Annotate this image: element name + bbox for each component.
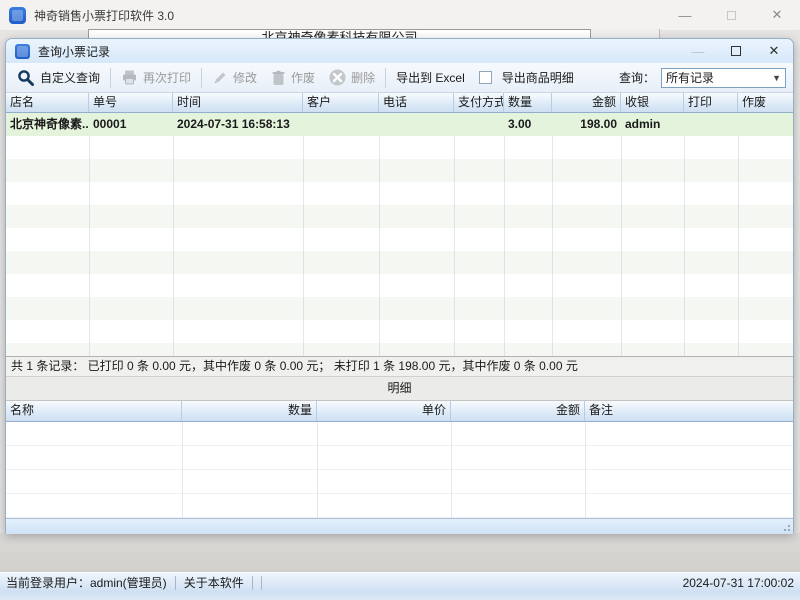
col-store[interactable]: 店名 [6,93,89,112]
dialog-minimize-button[interactable]: — [679,40,717,62]
screen: 神奇销售小票打印软件 3.0 — ✕ 北京神奇像素科技有限公司 电话：010-5… [0,0,800,600]
maximize-icon [727,11,736,20]
dialog-close-button[interactable]: ✕ [755,40,793,62]
main-window-titlebar: 神奇销售小票打印软件 3.0 — ✕ [0,0,800,30]
query-filter-select[interactable]: 所有记录 ▼ [661,68,786,88]
cell-time: 2024-07-31 16:58:13 [173,113,303,136]
void-label: 作废 [291,69,315,86]
col-item-qty[interactable]: 数量 [182,401,317,421]
main-close-button[interactable]: ✕ [754,0,800,30]
col-item-price[interactable]: 单价 [317,401,451,421]
main-minimize-button[interactable]: — [662,0,708,30]
app-icon [9,7,26,24]
modify-button[interactable]: 修改 [205,66,264,90]
trash-icon [271,70,286,86]
pencil-icon [212,70,228,86]
detail-table-header: 名称 数量 单价 金额 备注 [6,401,793,422]
cell-qty: 3.00 [504,113,552,136]
maximize-icon [731,46,741,56]
custom-query-button[interactable]: 自定义查询 [10,66,107,90]
divider [252,576,253,590]
dialog-toolbar: 自定义查询 再次打印 修改 作废 [6,63,793,93]
modify-label: 修改 [233,69,257,86]
export-items-checkbox-group[interactable]: 导出商品明细 [472,66,581,90]
void-button[interactable]: 作废 [264,66,322,90]
cell-voided [738,113,793,136]
main-window-footer: 电话：010-53688932 网址：https://www.shenqixia… [0,533,800,572]
divider [110,68,111,88]
col-item-name[interactable]: 名称 [6,401,182,421]
dialog-maximize-button[interactable] [717,40,755,62]
search-icon [17,69,35,87]
cell-printed [684,113,738,136]
col-qty[interactable]: 数量 [504,93,552,112]
divider [175,576,176,590]
custom-query-label: 自定义查询 [40,69,100,86]
dialog-footer [6,518,793,534]
col-phone[interactable]: 电话 [379,93,454,112]
col-voided[interactable]: 作废 [738,93,793,112]
statusbar-current-user: 当前登录用户：admin(管理员) [6,574,167,591]
records-table-header: 店名 单号 时间 客户 电话 支付方式 数量 金额 收银 打印 作废 [6,93,793,113]
records-summary: 共 1 条记录： 已打印 0 条 0.00 元，其中作废 0 条 0.00 元；… [6,356,793,377]
cell-cashier: admin [621,113,684,136]
records-table-body: 北京神奇像素... 00001 2024-07-31 16:58:13 3.00… [6,113,793,356]
divider [261,576,262,590]
printer-icon [121,69,138,86]
col-item-amount[interactable]: 金额 [451,401,585,421]
dialog-app-icon [15,44,30,59]
export-items-label: 导出商品明细 [502,69,574,86]
query-filter-label: 查询： [619,69,655,86]
col-order-no[interactable]: 单号 [89,93,173,112]
detail-table-body [6,422,793,518]
statusbar-about-link[interactable]: 关于本软件 [184,574,244,591]
statusbar-datetime: 2024-07-31 17:00:02 [683,576,794,590]
dialog-title: 查询小票记录 [38,43,110,60]
col-amount[interactable]: 金额 [552,93,621,112]
col-time[interactable]: 时间 [173,93,303,112]
col-cashier[interactable]: 收银 [621,93,684,112]
resize-grip[interactable] [781,522,790,531]
delete-label: 删除 [351,69,375,86]
col-payment[interactable]: 支付方式 [454,93,504,112]
delete-button[interactable]: 删除 [322,66,382,90]
chevron-down-icon: ▼ [772,73,781,83]
cell-customer [303,113,379,136]
query-receipts-dialog: 查询小票记录 — ✕ 自定义查询 再次打印 [5,38,794,533]
table-row[interactable]: 北京神奇像素... 00001 2024-07-31 16:58:13 3.00… [6,113,793,136]
divider [385,68,386,88]
dialog-titlebar: 查询小票记录 — ✕ [6,39,793,63]
cell-store: 北京神奇像素... [6,113,89,136]
export-excel-label: 导出到 Excel [396,69,465,86]
reprint-label: 再次打印 [143,69,191,86]
export-excel-button[interactable]: 导出到 Excel [389,66,472,90]
x-circle-icon [329,69,346,86]
checkbox-icon[interactable] [479,71,492,84]
col-customer[interactable]: 客户 [303,93,379,112]
cell-payment [454,113,504,136]
detail-section-title: 明细 [6,377,793,401]
cell-order-no: 00001 [89,113,173,136]
bottom-strip [0,592,800,600]
main-maximize-button[interactable] [708,0,754,30]
col-printed[interactable]: 打印 [684,93,738,112]
statusbar: 当前登录用户：admin(管理员) 关于本软件 2024-07-31 17:00… [0,572,800,592]
reprint-button[interactable]: 再次打印 [114,66,198,90]
main-window-title: 神奇销售小票打印软件 3.0 [34,7,174,24]
cell-phone [379,113,454,136]
divider [201,68,202,88]
col-item-note[interactable]: 备注 [585,401,793,421]
cell-amount: 198.00 [552,113,621,136]
query-filter-value: 所有记录 [666,69,714,86]
